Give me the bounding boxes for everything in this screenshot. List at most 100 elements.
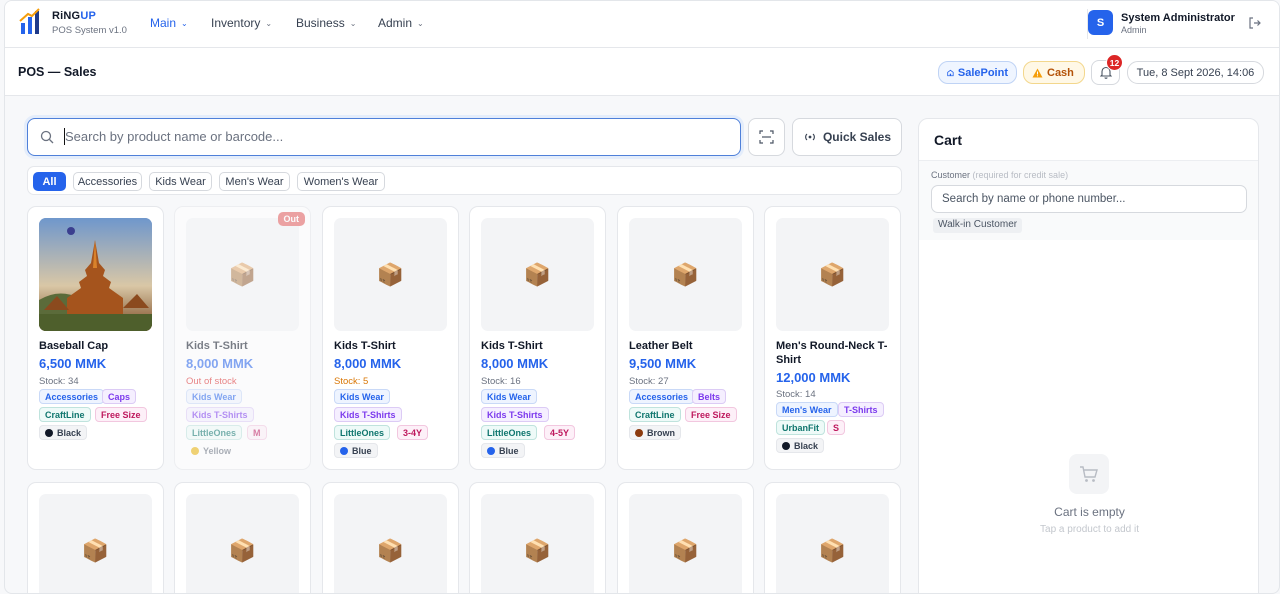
tag-size: Free Size [685,407,737,422]
tag-color: Blue [481,443,525,458]
tag-brand: UrbanFit [776,420,825,435]
product-stock: Stock: 16 [481,376,521,387]
tag-subcategory: Kids T-Shirts [481,407,549,422]
brand-version: POS System v1.0 [52,25,127,36]
product-card[interactable]: 📦 Kids T-Shirt 8,000 MMK Stock: 16 Kids … [469,206,606,470]
color-dot [487,446,495,455]
logout-icon[interactable] [1248,16,1262,30]
tag-category: Kids Wear [186,389,242,404]
product-card[interactable]: 📦 [174,482,311,593]
nav-main[interactable]: Main ⌄ [150,16,188,30]
product-card[interactable]: 📦 Out Kids T-Shirt 8,000 MMK Out of stoc… [174,206,311,470]
cart-icon [1069,454,1109,494]
product-price: 8,000 MMK [334,356,402,371]
product-name: Men's Round-Neck T-Shirt [776,340,888,366]
barcode-scan-button[interactable] [748,118,785,156]
logo-icon [19,8,40,34]
broadcast-icon [805,133,815,141]
product-image: 📦 [186,494,299,593]
tag-category: Kids Wear [481,389,537,404]
product-card[interactable]: 📦 [469,482,606,593]
category-chip-mens-wear[interactable]: Men's Wear [219,172,290,191]
tag-brand: CraftLine [39,407,91,422]
cart-empty-title: Cart is empty [1054,505,1125,519]
nav-admin[interactable]: Admin ⌄ [378,16,424,30]
tag-size: S [827,420,846,435]
nav-inventory[interactable]: Inventory ⌄ [211,16,272,30]
color-dot [340,446,348,455]
tag-size: Free Size [95,407,147,422]
product-image [39,218,152,331]
tag-brand: LittleOnes [186,425,243,440]
product-image: 📦 [776,218,889,331]
pagoda-photo [39,218,152,331]
box-icon: 📦 [81,537,110,563]
product-card[interactable]: 📦 Men's Round-Neck T-Shirt 12,000 MMK St… [764,206,901,470]
product-price: 8,000 MMK [481,356,549,371]
product-card[interactable]: 📦 Leather Belt 9,500 MMK Stock: 27 Acces… [617,206,754,470]
cart-title: Cart [934,132,963,148]
product-name: Kids T-Shirt [186,340,248,352]
walk-in-customer-chip[interactable]: Walk-in Customer [933,218,1023,233]
color-dot [635,428,643,437]
color-dot [191,446,199,455]
tag-category: Accessories [39,389,105,404]
product-card[interactable]: Baseball Cap 6,500 MMK Stock: 34 Accesso… [27,206,164,470]
cart-panel: Cart Customer (required for credit sale)… [918,118,1259,593]
search-icon [40,130,54,144]
tag-subcategory: Belts [692,389,727,404]
color-dot [782,441,790,450]
product-stock: Stock: 5 [334,376,369,387]
tag-size: 3-4Y [397,425,429,440]
chevron-down-icon: ⌄ [349,18,357,28]
product-price: 12,000 MMK [776,370,851,385]
tag-subcategory: Kids T-Shirts [186,407,254,422]
chevron-down-icon: ⌄ [181,18,188,28]
product-card[interactable]: 📦 [764,482,901,593]
tag-color: Black [39,425,88,440]
quick-sales-button[interactable]: Quick Sales [792,118,902,156]
category-chip-all[interactable]: All [33,172,66,191]
brand-name: RiNGUP [52,10,96,22]
nav-business[interactable]: Business ⌄ [296,16,356,30]
product-stock: Stock: 27 [629,376,669,387]
search-input[interactable]: Search by product name or barcode... [65,129,283,144]
cart-empty-subtitle: Tap a product to add it [1040,524,1139,535]
category-chip-kids-wear[interactable]: Kids Wear [149,172,212,191]
product-card[interactable]: 📦 Kids T-Shirt 8,000 MMK Stock: 5 Kids W… [322,206,459,470]
tag-size: 4-5Y [544,425,576,440]
datetime-display: Tue, 8 Sept 2026, 14:06 [1127,61,1264,84]
color-dot [45,428,53,437]
store-icon [947,69,954,76]
product-card[interactable]: 📦 [27,482,164,593]
box-icon: 📦 [818,537,847,563]
box-icon: 📦 [228,537,257,563]
product-image: 📦 [776,494,889,593]
customer-label: Customer (required for credit sale) [931,170,1069,180]
category-chip-accessories[interactable]: Accessories [73,172,142,191]
out-of-stock-badge: Out [277,212,305,226]
tag-color: Blue [334,443,378,458]
product-card[interactable]: 📦 [322,482,459,593]
category-chip-womens-wear[interactable]: Women's Wear [297,172,385,191]
product-search[interactable]: Search by product name or barcode... [27,118,741,156]
product-card[interactable]: 📦 [617,482,754,593]
tag-brand: CraftLine [629,407,681,422]
product-image: 📦 [39,494,152,593]
page-title: POS — Sales [18,65,97,79]
salepoint-badge[interactable]: SalePoint [938,61,1017,84]
cash-badge[interactable]: Cash [1023,61,1085,84]
tag-category: Men's Wear [776,402,838,417]
box-icon: 📦 [376,537,405,563]
customer-search-input[interactable]: Search by name or phone number... [931,185,1247,213]
avatar[interactable]: S [1088,10,1113,35]
tag-color: Yellow [186,443,236,458]
product-image: 📦 [629,218,742,331]
box-icon: 📦 [228,261,257,287]
user-name: System Administrator [1121,12,1235,24]
chevron-down-icon: ⌄ [265,18,273,28]
box-icon: 📦 [671,261,700,287]
product-image: 📦 [629,494,742,593]
product-image: 📦 [334,218,447,331]
page-header: POS — Sales SalePoint Cash 12 Tue, 8 Sep… [5,48,1279,96]
